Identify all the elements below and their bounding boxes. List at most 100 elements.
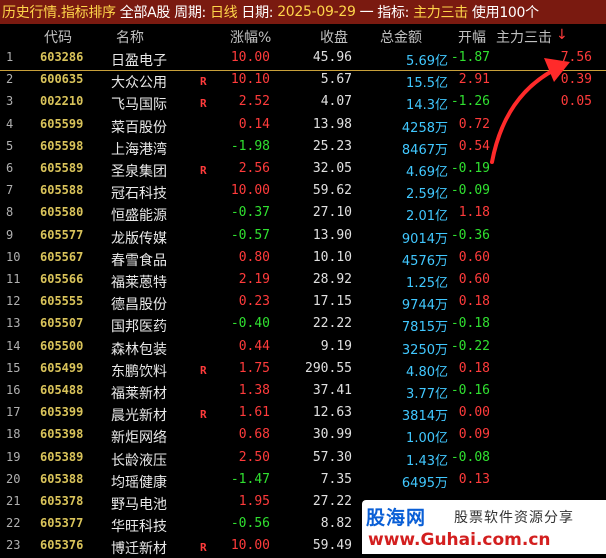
stock-code: 605378 [40, 494, 84, 508]
col-name[interactable]: 名称 [116, 27, 144, 47]
total-amount: 1.25亿 [406, 276, 448, 291]
close-price: 13.90 [312, 227, 352, 243]
stock-code: 605589 [40, 161, 84, 175]
close-price: 22.22 [312, 316, 352, 332]
stock-code: 605399 [40, 405, 84, 420]
total-amount: 1.43亿 [406, 453, 448, 469]
stock-code: 605398 [40, 427, 84, 442]
date-dash: 一 [359, 5, 374, 21]
close-price: 12.63 [312, 405, 352, 421]
change-pct: -0.40 [230, 316, 270, 332]
open-pct: -0.09 [450, 183, 490, 199]
indicator-label: 指标: [377, 5, 410, 21]
stock-name: 东鹏饮料 [111, 363, 167, 380]
stock-name: 华旺科技 [111, 519, 167, 536]
change-pct: 2.50 [238, 449, 270, 465]
table-row[interactable]: 13 605507 国邦医药 -0.40 22.22 7815万 -0.18 [0, 313, 606, 336]
table-row[interactable]: 16 605488 福莱新材 1.38 37.41 3.77亿 -0.16 [0, 380, 606, 403]
close-price: 37.41 [312, 383, 352, 398]
period-label: 周期: [174, 5, 206, 21]
stock-name: 野马电池 [111, 497, 167, 513]
table-row[interactable]: 18 605398 新炬网络 0.68 30.99 1.00亿 0.09 [0, 424, 606, 447]
open-pct: -0.18 [450, 316, 490, 332]
open-pct: 0.60 [458, 272, 490, 287]
rzrq-flag: R [200, 75, 207, 89]
stock-name: 冠石科技 [111, 186, 167, 203]
table-row[interactable]: 12 605555 德昌股份 0.23 17.15 9744万 0.18 [0, 291, 606, 314]
table-row[interactable]: 15 605499 东鹏饮料 R 1.75 290.55 4.80亿 0.18 [0, 358, 606, 381]
change-pct: -0.37 [230, 205, 270, 221]
market-selector[interactable]: 全部A股 [118, 2, 172, 22]
stock-name: 大众公用 [111, 75, 167, 92]
row-index: 10 [6, 249, 21, 264]
table-row[interactable]: 10 605567 春雪食品 0.80 10.10 4576万 0.60 [0, 247, 606, 270]
stock-name: 菜百股份 [111, 119, 167, 136]
col-change[interactable]: 涨幅% [230, 27, 271, 47]
watermark-logo: 股海网 [366, 507, 427, 529]
close-price: 27.22 [312, 494, 352, 509]
stock-code: 605599 [40, 116, 84, 131]
close-price: 45.96 [312, 50, 352, 65]
column-header: 代码 名称 涨幅% 收盘 总金额 开幅 主力三击 ↓ [0, 24, 606, 46]
change-pct: 10.10 [230, 72, 270, 88]
table-row[interactable]: 20 605388 均瑶健康 -1.47 7.35 6495万 0.13 [0, 469, 606, 492]
stock-name: 德昌股份 [111, 297, 167, 314]
table-row[interactable]: 11 605566 福莱蒽特 2.19 28.92 1.25亿 0.60 [0, 269, 606, 292]
date-value[interactable]: 2025-09-29 [275, 4, 357, 20]
rzrq-flag: R [200, 541, 207, 555]
stock-name: 上海港湾 [111, 141, 167, 158]
row-index: 22 [6, 516, 21, 531]
col-amount[interactable]: 总金额 [380, 27, 422, 47]
table-row[interactable]: 19 605389 长龄液压 2.50 57.30 1.43亿 -0.08 [0, 447, 606, 470]
close-price: 7.35 [320, 471, 352, 487]
col-zl[interactable]: 主力三击 [496, 27, 552, 47]
close-price: 57.30 [312, 449, 352, 465]
close-price: 10.10 [312, 249, 352, 265]
stock-code: 605555 [40, 294, 84, 309]
stock-name: 福莱新材 [111, 386, 167, 402]
change-pct: 1.95 [238, 494, 270, 509]
col-code[interactable]: 代码 [44, 27, 72, 47]
total-amount: 15.5亿 [406, 76, 448, 92]
change-pct: 10.00 [230, 183, 270, 199]
table-row[interactable]: 8 605580 恒盛能源 -0.37 27.10 2.01亿 1.18 [0, 202, 606, 225]
stock-name: 龙版传媒 [111, 230, 167, 247]
row-index: 4 [6, 116, 14, 131]
change-pct: 0.44 [238, 338, 270, 354]
table-row[interactable]: 14 605500 森林包装 0.44 9.19 3250万 -0.22 [0, 336, 606, 359]
col-close[interactable]: 收盘 [320, 27, 348, 47]
open-pct: 0.60 [458, 249, 490, 265]
table-row[interactable]: 7 605588 冠石科技 10.00 59.62 2.59亿 -0.09 [0, 180, 606, 203]
total-amount: 6495万 [401, 475, 448, 491]
history-label[interactable]: 历史行情.指标排序 [0, 2, 118, 22]
total-amount: 3.77亿 [406, 387, 448, 402]
total-amount: 8467万 [401, 142, 448, 158]
table-row[interactable]: 9 605577 龙版传媒 -0.57 13.90 9014万 -0.36 [0, 225, 606, 248]
row-index: 23 [6, 538, 21, 553]
total-amount: 4258万 [401, 120, 448, 136]
row-index: 16 [6, 383, 21, 397]
title-bar: 历史行情.指标排序 全部A股 周期: 日线 日期: 2025-09-29 一 指… [0, 0, 606, 24]
change-pct: 10.00 [230, 538, 270, 554]
close-price: 25.23 [312, 138, 352, 154]
row-index: 21 [6, 494, 21, 508]
stock-name: 日盈电子 [111, 53, 167, 69]
change-pct: 10.00 [230, 50, 270, 65]
stock-code: 605567 [40, 249, 84, 264]
total-amount: 4576万 [401, 253, 448, 269]
stock-name: 森林包装 [111, 341, 167, 358]
row-index: 20 [6, 471, 21, 486]
stock-code: 605507 [40, 316, 84, 331]
row-index: 14 [6, 338, 21, 353]
table-row[interactable]: 17 605399 晨光新材 R 1.61 12.63 3814万 0.00 [0, 402, 606, 425]
close-price: 27.10 [312, 205, 352, 221]
col-open[interactable]: 开幅 [458, 27, 486, 47]
indicator-value[interactable]: 主力三击 [411, 2, 470, 22]
period-value[interactable]: 日线 [208, 2, 239, 22]
open-pct: -0.22 [450, 338, 490, 354]
change-pct: -1.98 [230, 138, 270, 154]
close-price: 59.62 [312, 183, 352, 199]
total-amount: 2.01亿 [406, 209, 448, 225]
open-pct: 0.00 [458, 405, 490, 421]
watermark-url: www.Guhai.com.cn [368, 530, 551, 550]
